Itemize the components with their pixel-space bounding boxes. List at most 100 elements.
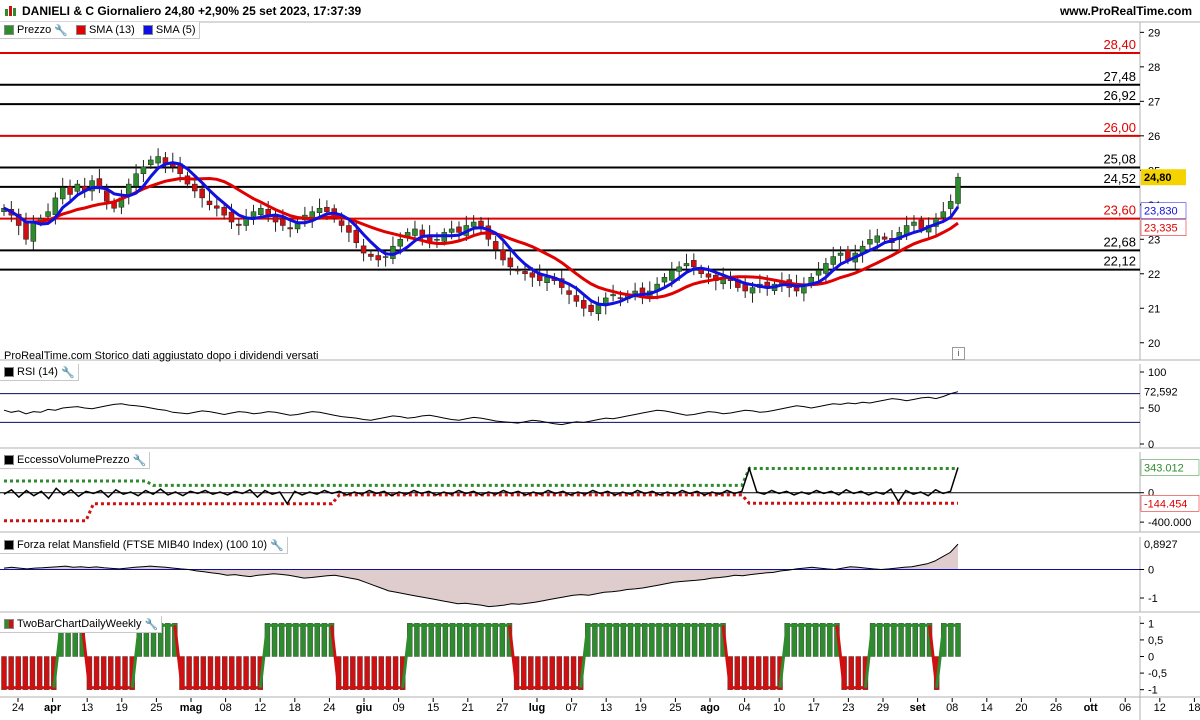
two-bar — [229, 656, 235, 690]
two-bar — [884, 623, 890, 657]
price-legend[interactable]: Prezzo 🔧 SMA (13) SMA (5) — [0, 22, 200, 39]
two-bar — [93, 656, 100, 690]
two-bar — [627, 623, 634, 657]
two-bar — [115, 656, 121, 690]
mansfield-swatch — [4, 540, 14, 550]
two-bar — [905, 623, 911, 657]
x-tick-label: 18 — [289, 702, 301, 714]
y-tick-label: 0,5 — [1148, 635, 1163, 647]
candle-body — [522, 271, 528, 275]
candle-body — [199, 188, 205, 199]
candle-body — [676, 266, 682, 272]
candle-body — [228, 211, 235, 223]
x-tick-label: 14 — [981, 702, 993, 714]
candle-body — [412, 228, 418, 236]
x-tick-label: 18 — [1188, 702, 1200, 714]
candle-body — [669, 270, 675, 281]
rsi-legend[interactable]: RSI (14) 🔧 — [0, 364, 79, 381]
wrench-icon[interactable]: 🔧 — [145, 618, 159, 631]
two-bar — [699, 623, 705, 657]
candle-body — [874, 235, 881, 243]
y-tick-label: 20 — [1148, 338, 1160, 350]
y-tick-label: 0 — [1148, 652, 1154, 664]
x-tick-label: 08 — [946, 702, 958, 714]
candle-body — [192, 183, 198, 192]
two-bar — [343, 656, 349, 690]
two-bar — [250, 656, 256, 690]
two-bar — [478, 623, 484, 657]
candle-body — [324, 206, 330, 212]
wrench-icon[interactable]: 🔧 — [54, 24, 68, 37]
candle-body — [947, 201, 954, 209]
legend-twobar: TwoBarChartDailyWeekly — [17, 618, 142, 630]
two-bar — [193, 656, 199, 690]
level-label: 25,08 — [1103, 152, 1136, 167]
volume-swatch — [4, 455, 14, 465]
two-bar — [350, 656, 356, 690]
price-badge-label: 23,830 — [1144, 206, 1178, 218]
two-bar — [770, 656, 776, 690]
two-bar — [855, 656, 862, 690]
x-tick-label: giu — [356, 702, 373, 714]
x-tick-label: 17 — [808, 702, 820, 714]
y-tick-label: 28 — [1148, 62, 1160, 74]
candle-body — [691, 260, 697, 268]
candle-body — [492, 241, 499, 250]
candle-body — [148, 159, 154, 166]
candle-body — [588, 304, 594, 312]
candle-body — [837, 252, 844, 256]
wrench-icon[interactable]: 🔧 — [133, 454, 147, 467]
two-bar — [684, 623, 691, 657]
two-bar — [634, 623, 641, 657]
candle-body — [368, 253, 374, 257]
x-tick-label: 29 — [877, 702, 889, 714]
level-label: 24,52 — [1103, 171, 1136, 186]
value-badge-label: 72,592 — [1144, 387, 1178, 399]
candle-body — [918, 219, 925, 230]
two-bar — [656, 623, 662, 657]
candle-body — [52, 197, 59, 216]
two-bar — [44, 656, 50, 690]
candle-body — [338, 220, 345, 226]
candle-body — [514, 269, 521, 272]
mansfield-legend[interactable]: Forza relat Mansfield (FTSE MIB40 Index)… — [0, 537, 288, 554]
x-tick-label: 19 — [116, 702, 128, 714]
info-icon[interactable]: i — [952, 347, 965, 360]
candle-body — [103, 190, 110, 202]
two-bar — [214, 656, 221, 690]
wrench-icon[interactable]: 🔧 — [61, 366, 75, 379]
candle-body — [236, 223, 242, 226]
candle-body — [316, 207, 323, 213]
x-tick-label: 12 — [254, 702, 266, 714]
legend-mansfield: Forza relat Mansfield (FTSE MIB40 Index)… — [17, 539, 268, 551]
twobar-legend[interactable]: TwoBarChartDailyWeekly 🔧 — [0, 616, 163, 633]
two-bar — [100, 656, 107, 690]
y-tick-label: 21 — [1148, 303, 1160, 315]
volume-legend[interactable]: EccessoVolumePrezzo 🔧 — [0, 452, 151, 469]
prezzo-swatch — [4, 25, 14, 35]
x-tick-label: 13 — [600, 702, 612, 714]
x-tick-label: 24 — [12, 702, 24, 714]
two-bar — [649, 623, 655, 657]
two-bar — [22, 656, 29, 690]
red-band-line — [4, 493, 958, 523]
x-tick-label: set — [910, 702, 926, 714]
x-tick-label: 06 — [1119, 702, 1131, 714]
candle-body — [632, 290, 638, 294]
two-bar — [642, 623, 648, 657]
two-bar — [485, 623, 491, 657]
level-label: 28,40 — [1103, 37, 1136, 52]
two-bar — [414, 623, 420, 657]
candle-body — [456, 226, 462, 233]
candle-body — [815, 270, 822, 276]
two-bar — [528, 656, 534, 690]
candle-body — [911, 221, 917, 226]
two-bar — [293, 623, 299, 657]
two-bar — [620, 623, 627, 657]
two-bar — [827, 623, 833, 657]
wrench-icon[interactable]: 🔧 — [270, 539, 284, 552]
candle-body — [59, 187, 66, 200]
value-badge-label: 343.012 — [1144, 463, 1184, 475]
candle-body — [206, 200, 213, 206]
x-tick-label: 26 — [1050, 702, 1062, 714]
